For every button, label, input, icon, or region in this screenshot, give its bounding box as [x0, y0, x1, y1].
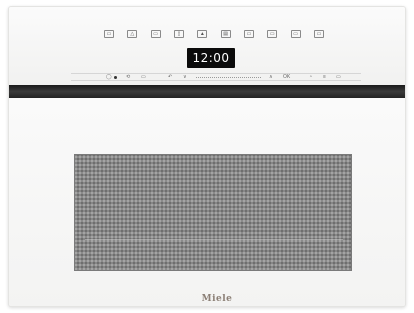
timer-icon[interactable]: ◔ — [309, 73, 312, 81]
door-window — [74, 154, 352, 271]
program-1-icon: ▭ — [106, 30, 112, 37]
extra-icon[interactable]: ▭ — [141, 73, 146, 81]
sensor-control-strip: ◯ ⟲ ▭ ↶ ∨ ∧ OK ◔ ≡ ▭ — [71, 73, 361, 81]
program-10-icon: ▭ — [316, 30, 322, 37]
program-10-button[interactable]: ▭ — [313, 30, 324, 38]
chevron-up-icon[interactable]: ∧ — [269, 73, 273, 81]
chevron-down-icon[interactable]: ∨ — [183, 73, 187, 81]
display-time: 12:00 — [192, 51, 230, 65]
program-6-button[interactable]: ▤ — [220, 30, 231, 38]
program-6-icon: ▤ — [223, 30, 228, 37]
program-2-button[interactable]: △ — [127, 30, 138, 38]
program-1-button[interactable]: ▭ — [104, 30, 114, 38]
settings-icon[interactable]: ▭ — [336, 73, 341, 81]
program-8-icon: ▭ — [269, 30, 275, 37]
program-8-button[interactable]: ▭ — [267, 30, 278, 38]
program-2-icon: △ — [130, 30, 135, 37]
program-7-button[interactable]: ▭ — [243, 30, 254, 38]
selection-slider[interactable] — [196, 77, 261, 78]
window-reflection — [85, 239, 343, 240]
back-icon[interactable]: ↶ — [168, 73, 172, 81]
oven-front: ▭ △ ▭ ▯ ▲ ▤ ▭ ▭ ▭ ▭ 12:00 ◯ ⟲ ▭ ↶ ∨ ∧ OK… — [8, 6, 406, 307]
program-3-icon: ▭ — [153, 30, 159, 37]
ok-icon[interactable]: OK — [283, 73, 290, 81]
program-button-row: ▭ △ ▭ ▯ ▲ ▤ ▭ ▭ ▭ ▭ — [104, 30, 324, 40]
program-5-icon: ▲ — [199, 30, 205, 37]
program-9-icon: ▭ — [293, 30, 298, 37]
program-4-button[interactable]: ▯ — [173, 30, 184, 38]
status-dot — [114, 76, 117, 79]
light-icon[interactable]: ⟲ — [126, 73, 130, 81]
program-5-button[interactable]: ▲ — [197, 30, 208, 38]
power-icon[interactable]: ◯ — [106, 73, 112, 81]
brand-logo: Miele — [201, 294, 233, 304]
time-display: 12:00 — [187, 48, 235, 68]
program-7-icon: ▭ — [246, 30, 252, 37]
vent-bar — [9, 85, 405, 98]
program-4-icon: ▯ — [177, 30, 181, 37]
menu-icon[interactable]: ≡ — [323, 73, 326, 81]
control-panel: ▭ △ ▭ ▯ ▲ ▤ ▭ ▭ ▭ ▭ 12:00 ◯ ⟲ ▭ ↶ ∨ ∧ OK… — [9, 7, 405, 85]
oven-door[interactable]: Miele — [9, 98, 405, 306]
program-9-button[interactable]: ▭ — [290, 30, 301, 38]
program-3-button[interactable]: ▭ — [150, 30, 161, 38]
